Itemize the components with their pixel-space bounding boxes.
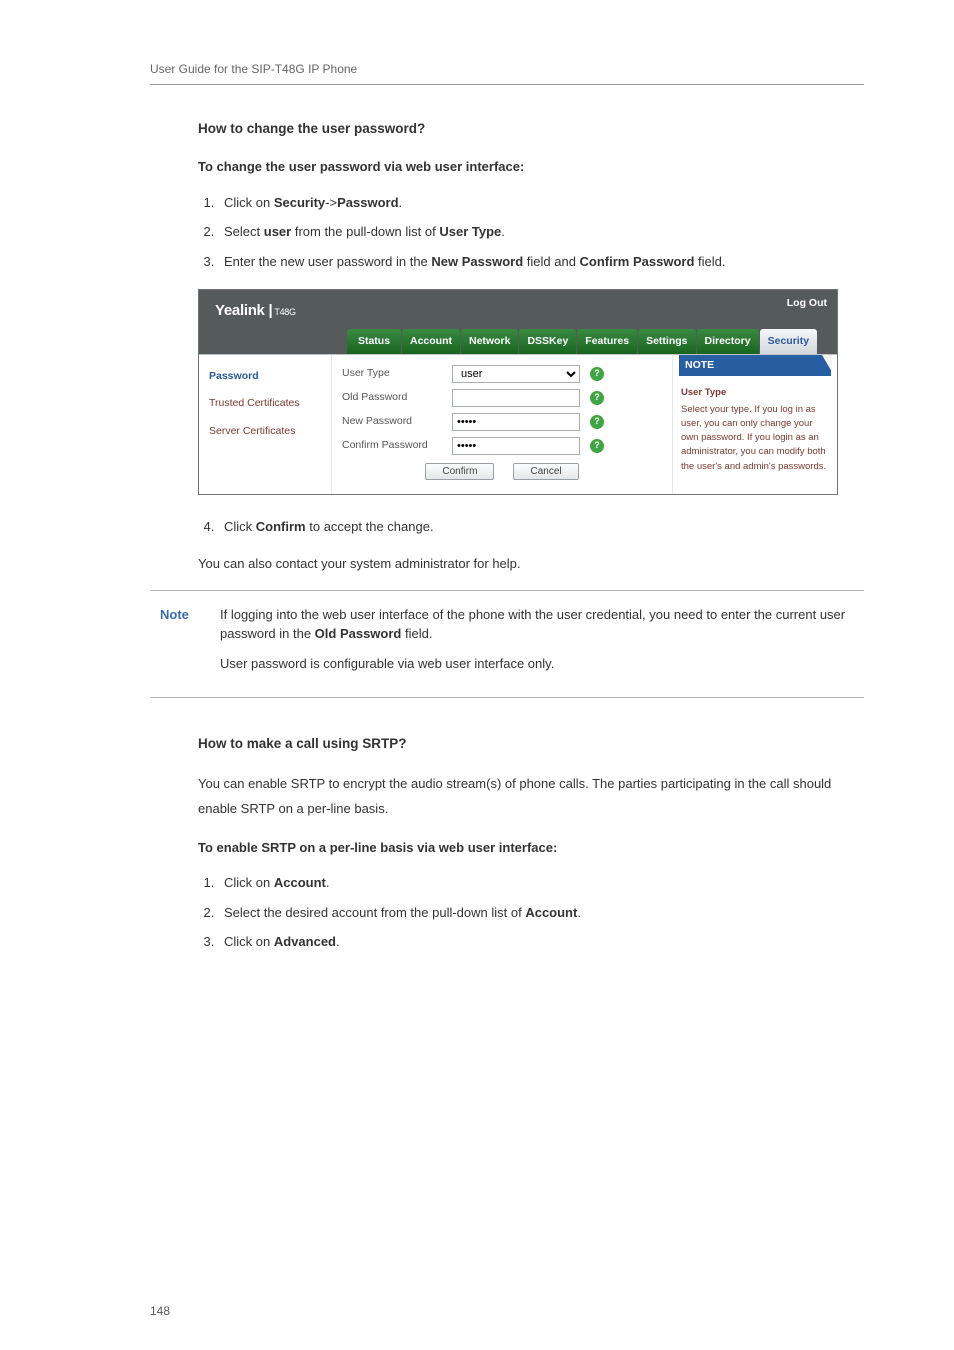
tab-directory[interactable]: Directory	[697, 329, 759, 354]
sidebar-item-trusted-certs[interactable]: Trusted Certificates	[209, 390, 331, 418]
tab-dsskey[interactable]: DSSKey	[519, 329, 576, 354]
page-number: 148	[150, 1302, 170, 1320]
note-label: Note	[160, 605, 202, 684]
label-new-password: New Password	[342, 414, 452, 430]
body-text-srtp: You can enable SRTP to encrypt the audio…	[198, 772, 864, 821]
select-user-type[interactable]: user	[452, 365, 580, 383]
input-confirm-password[interactable]	[452, 437, 580, 455]
sidebar-item-server-certs[interactable]: Server Certificates	[209, 418, 331, 446]
note-panel: NOTE User Type Select your type. If you …	[673, 355, 837, 494]
web-ui-screenshot: Log Out Yealink |T48G Status Account Net…	[198, 289, 838, 494]
steps-list-srtp: Click on Account. Select the desired acc…	[198, 873, 864, 952]
brand-logo: Yealink |T48G	[215, 302, 296, 319]
body-text: You can also contact your system adminis…	[198, 554, 864, 574]
tab-status[interactable]: Status	[347, 329, 401, 354]
question-heading-password: How to change the user password?	[198, 119, 864, 139]
confirm-button[interactable]: Confirm	[425, 463, 494, 480]
question-heading-srtp: How to make a call using SRTP?	[198, 734, 864, 754]
page-header: User Guide for the SIP-T48G IP Phone	[150, 60, 864, 85]
note-section-title: User Type	[681, 386, 829, 400]
step-item: Select the desired account from the pull…	[218, 903, 864, 923]
steps-list-password-cont: Click Confirm to accept the change.	[198, 517, 864, 537]
step-item: Enter the new user password in the New P…	[218, 252, 864, 272]
label-user-type: User Type	[342, 366, 452, 382]
step-item: Click on Advanced.	[218, 932, 864, 952]
step-item: Click Confirm to accept the change.	[218, 517, 864, 537]
help-icon[interactable]: ?	[590, 367, 604, 381]
note-panel-title: NOTE	[679, 355, 831, 377]
sidebar-item-password[interactable]: Password	[209, 363, 331, 391]
logout-link[interactable]: Log Out	[787, 296, 827, 312]
tab-network[interactable]: Network	[461, 329, 518, 354]
note-text-p1: If logging into the web user interface o…	[220, 605, 854, 644]
step-item: Click on Security->Password.	[218, 193, 864, 213]
note-text-p2: User password is configurable via web us…	[220, 654, 854, 674]
form-area: User Type user ? Old Password ? New Pass…	[331, 355, 673, 494]
side-nav: Password Trusted Certificates Server Cer…	[199, 355, 331, 494]
tab-account[interactable]: Account	[402, 329, 460, 354]
top-tabs: Status Account Network DSSKey Features S…	[215, 329, 837, 354]
note-body-text: Select your type. If you log in as user,…	[681, 404, 826, 472]
note-callout: Note If logging into the web user interf…	[150, 590, 864, 699]
input-new-password[interactable]	[452, 413, 580, 431]
tab-features[interactable]: Features	[577, 329, 637, 354]
label-confirm-password: Confirm Password	[342, 438, 452, 454]
help-icon[interactable]: ?	[590, 391, 604, 405]
header-title: User Guide for the SIP-T48G IP Phone	[150, 62, 357, 76]
procedure-intro-password: To change the user password via web user…	[198, 157, 864, 177]
input-old-password[interactable]	[452, 389, 580, 407]
tab-security[interactable]: Security	[760, 329, 817, 354]
help-icon[interactable]: ?	[590, 415, 604, 429]
label-old-password: Old Password	[342, 390, 452, 406]
tab-settings[interactable]: Settings	[638, 329, 695, 354]
procedure-intro-srtp: To enable SRTP on a per-line basis via w…	[198, 838, 864, 858]
help-icon[interactable]: ?	[590, 439, 604, 453]
cancel-button[interactable]: Cancel	[513, 463, 578, 480]
step-item: Click on Account.	[218, 873, 864, 893]
steps-list-password: Click on Security->Password. Select user…	[198, 193, 864, 272]
step-item: Select user from the pull-down list of U…	[218, 222, 864, 242]
